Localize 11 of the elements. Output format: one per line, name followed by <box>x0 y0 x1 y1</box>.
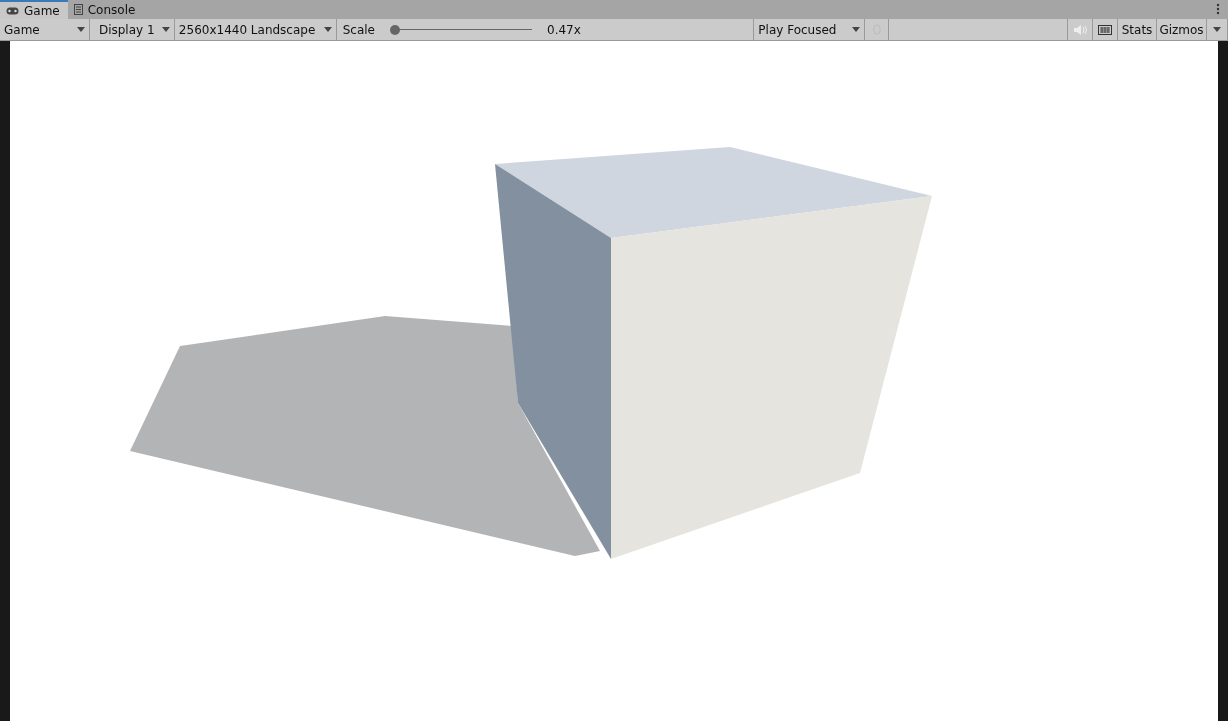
speaker-icon <box>1073 24 1088 35</box>
caret-icon <box>1213 27 1221 32</box>
gizmos-button[interactable]: Gizmos <box>1157 19 1207 40</box>
scale-label: Scale <box>342 22 375 37</box>
scale-value: 0.47x <box>547 22 581 37</box>
gamepad-icon <box>6 6 19 15</box>
tab[interactable]: Console <box>67 0 144 19</box>
more-options-icon[interactable] <box>1216 3 1220 15</box>
tab[interactable]: Game <box>0 0 68 19</box>
keyboard-icon <box>1098 24 1112 35</box>
list-icon <box>73 4 83 15</box>
